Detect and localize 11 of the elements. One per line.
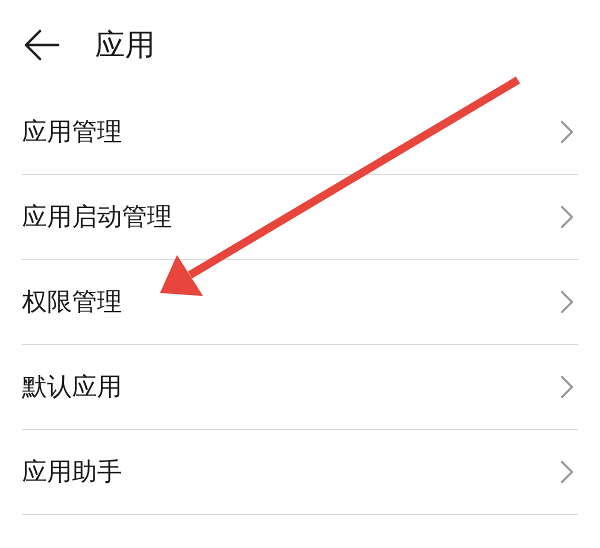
chevron-icon [560,460,574,484]
chevron-icon [560,205,574,229]
chevron-icon [560,375,574,399]
back-icon[interactable] [24,29,60,61]
settings-item[interactable]: 应用助手 [22,430,578,515]
settings-item[interactable]: 应用启动管理 [22,175,578,260]
settings-item[interactable]: 应用管理 [22,90,578,175]
settings-item[interactable]: 默认应用 [22,345,578,430]
chevron-icon [560,290,574,314]
chevron-icon [560,120,574,144]
page-title: 应用 [95,26,155,64]
